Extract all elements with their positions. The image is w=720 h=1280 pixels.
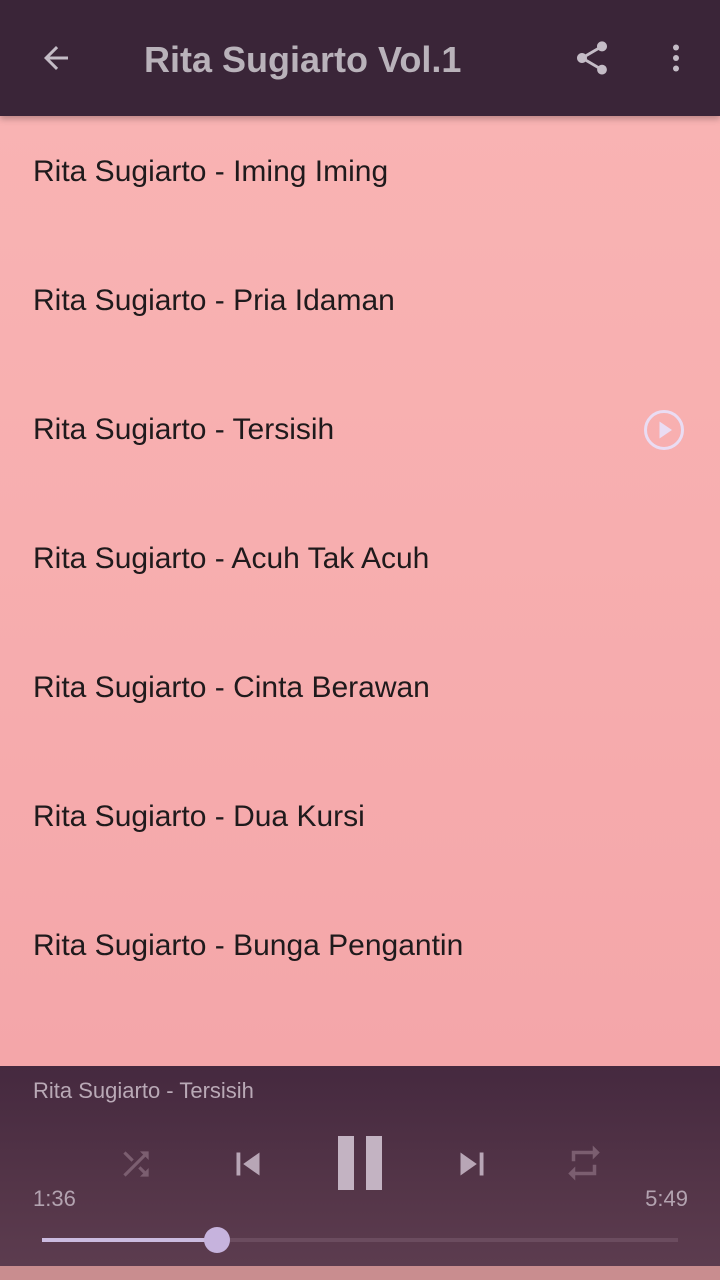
pause-button[interactable] (330, 1134, 390, 1196)
previous-button[interactable] (222, 1140, 274, 1192)
back-button[interactable] (20, 24, 92, 96)
total-duration: 5:49 (645, 1186, 688, 1211)
song-item[interactable]: Rita Sugiarto - Dua Kursi (0, 761, 720, 890)
song-list: Rita Sugiarto - Iming Iming Rita Sugiart… (0, 116, 720, 1066)
elapsed-time: 1:36 (33, 1186, 76, 1211)
seek-bar[interactable] (42, 1227, 678, 1253)
song-title: Rita Sugiarto - Tersisih (33, 413, 335, 446)
song-item[interactable]: Rita Sugiarto - Iming Iming (0, 116, 720, 245)
pause-icon (334, 1134, 386, 1197)
music-player: Rita Sugiarto - Tersisih 1:36 5:49 (0, 1066, 720, 1266)
song-title: Rita Sugiarto - Dua Kursi (33, 800, 365, 833)
song-title: Rita Sugiarto - Acuh Tak Acuh (33, 542, 430, 575)
more-vert-icon (658, 40, 694, 81)
song-item-playing[interactable]: Rita Sugiarto - Tersisih (0, 374, 720, 503)
next-button[interactable] (446, 1140, 498, 1192)
song-title: Rita Sugiarto - Pria Idaman (33, 284, 395, 317)
song-item[interactable]: Rita Sugiarto - Cinta Berawan (0, 632, 720, 761)
skip-next-icon (449, 1141, 495, 1192)
play-circle-icon[interactable] (643, 409, 685, 451)
song-title: Rita Sugiarto - Cinta Berawan (33, 671, 430, 704)
share-button[interactable] (556, 24, 628, 96)
page-title: Rita Sugiarto Vol.1 (144, 39, 462, 80)
share-icon (572, 38, 612, 83)
arrow-back-icon (38, 40, 74, 81)
song-title: Rita Sugiarto - Iming Iming (33, 155, 389, 188)
seek-bar-progress (42, 1238, 217, 1242)
song-item[interactable]: Rita Sugiarto - Pria Idaman (0, 245, 720, 374)
more-options-button[interactable] (640, 24, 712, 96)
skip-previous-icon (225, 1141, 271, 1192)
shuffle-button[interactable] (114, 1144, 158, 1188)
seek-bar-thumb[interactable] (203, 1227, 230, 1253)
bottom-edge (0, 1266, 720, 1280)
shuffle-icon (117, 1145, 155, 1188)
repeat-button[interactable] (561, 1142, 607, 1188)
now-playing-title: Rita Sugiarto - Tersisih (33, 1078, 254, 1103)
song-title: Rita Sugiarto - Bunga Pengantin (33, 929, 464, 962)
app-bar: Rita Sugiarto Vol.1 (0, 0, 720, 116)
song-item[interactable]: Rita Sugiarto - Acuh Tak Acuh (0, 503, 720, 632)
song-item[interactable]: Rita Sugiarto - Bunga Pengantin (0, 890, 720, 1019)
repeat-icon (563, 1142, 605, 1189)
